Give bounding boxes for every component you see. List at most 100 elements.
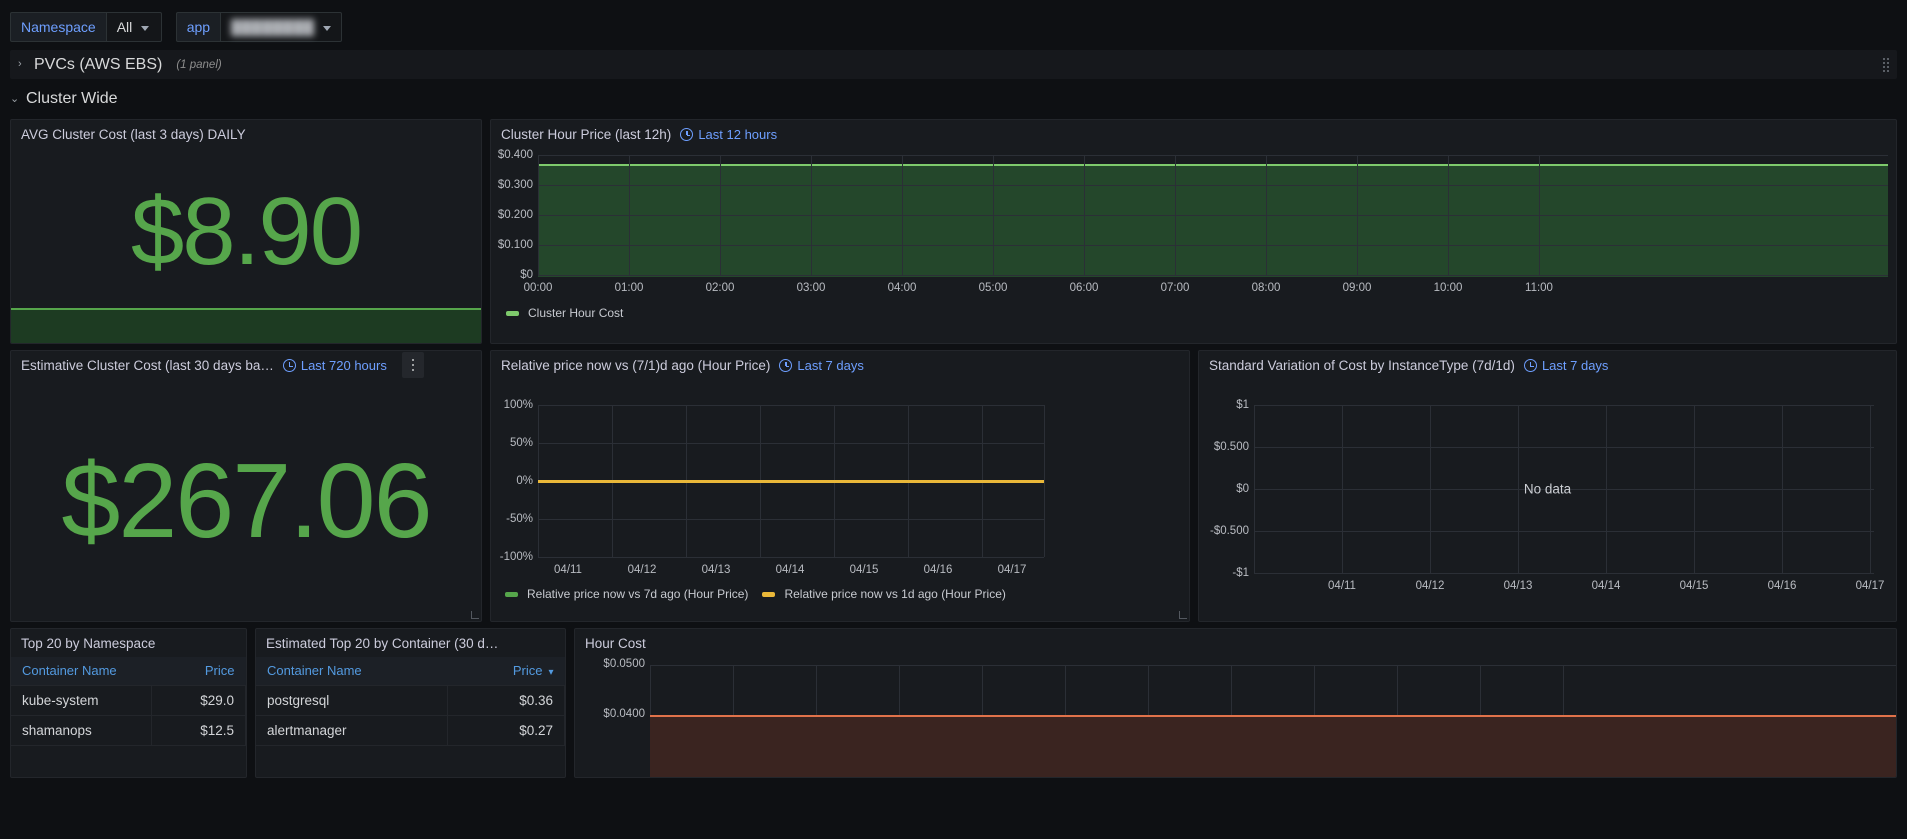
x-tick-label: 04/16 — [923, 564, 953, 576]
panel-relative-price: Relative price now vs (7/1)d ago (Hour P… — [490, 350, 1190, 622]
y-tick-label: 100% — [503, 399, 533, 411]
gridline — [538, 443, 1044, 444]
table-top20-namespace[interactable]: Container Name Price kube-system $29.0 s… — [11, 657, 246, 777]
panel-time-range-badge[interactable]: Last 12 hours — [680, 127, 777, 142]
legend-label: Relative price now vs 1d ago (Hour Price… — [784, 587, 1006, 601]
panel-time-range-badge[interactable]: Last 7 days — [1523, 358, 1608, 373]
panel-title-avg-cluster-cost: AVG Cluster Cost (last 3 days) DAILY — [21, 126, 246, 142]
gridline — [538, 155, 539, 275]
cell-price: $0.27 — [447, 715, 565, 746]
dashboard-row-cluster-wide[interactable]: ⌄ Cluster Wide — [0, 85, 1907, 113]
x-tick-label: 06:00 — [1069, 282, 1099, 294]
panel-time-range-label: Last 720 hours — [300, 357, 387, 373]
stat-body: $267.06 — [11, 379, 481, 621]
chevron-right-icon: › — [18, 58, 22, 70]
x-tick-label: 07:00 — [1160, 282, 1190, 294]
column-header-price[interactable]: Price ▾ — [447, 657, 565, 686]
variable-namespace-picker[interactable]: All — [105, 12, 162, 42]
y-tick-label: -$1 — [1232, 567, 1249, 579]
panel-estimative-cluster-cost: Estimative Cluster Cost (last 30 days ba… — [10, 350, 482, 622]
panel-header: Standard Variation of Cost by InstanceTy… — [1199, 351, 1896, 379]
legend-swatch-icon — [762, 591, 776, 597]
table-row[interactable]: postgresql $0.36 — [256, 685, 565, 716]
y-tick-label: 50% — [509, 437, 533, 449]
y-tick-label: -$0.500 — [1209, 525, 1249, 537]
legend-item[interactable]: Relative price now vs 7d ago (Hour Price… — [505, 587, 748, 601]
panel-menu-button[interactable] — [401, 352, 424, 378]
cell-price: $0.36 — [447, 685, 565, 716]
legend-item[interactable]: Cluster Hour Cost — [506, 306, 623, 320]
panel-time-range-label: Last 12 hours — [698, 126, 778, 142]
column-header-price-label: Price — [512, 663, 543, 679]
gridline — [538, 215, 1888, 216]
dashboard-row-pvcs-aws-ebs[interactable]: › PVCs (AWS EBS) (1 panel) — [10, 50, 1897, 79]
gridline — [538, 557, 1044, 558]
clock-icon — [779, 358, 793, 372]
table-row[interactable]: kube-system $29.0 — [11, 685, 246, 716]
table-row[interactable]: shamanops $12.5 — [11, 715, 246, 746]
column-header-container-name[interactable]: Container Name — [11, 657, 152, 686]
gridline — [650, 665, 1896, 666]
variable-app-label: app — [175, 12, 221, 42]
gridline — [1448, 155, 1449, 275]
x-tick-label: 04/14 — [775, 564, 805, 576]
panel-time-range-badge[interactable]: Last 7 days — [779, 358, 864, 373]
panel-avg-cluster-cost: AVG Cluster Cost (last 3 days) DAILY $8.… — [10, 119, 482, 344]
variable-app-picker[interactable]: ████████ — [220, 12, 343, 42]
cell-price: $29.0 — [151, 685, 246, 716]
table-estimated-top20-container[interactable]: Container Name Price ▾ postgresql $0.36 — [256, 657, 565, 777]
gridline — [1254, 405, 1874, 406]
x-tick-label: 04/17 — [997, 564, 1027, 576]
legend-label: Relative price now vs 7d ago (Hour Price… — [527, 587, 749, 601]
series-area-cluster-hour-cost — [538, 166, 1888, 277]
legend-item[interactable]: Relative price now vs 1d ago (Hour Price… — [762, 587, 1006, 601]
gridline — [1254, 573, 1874, 574]
row-drag-handle-icon[interactable] — [1883, 57, 1889, 72]
panel-title-cluster-hour-price: Cluster Hour Price (last 12h) — [501, 126, 672, 142]
gridline — [538, 185, 1888, 186]
y-tick-label: 0% — [516, 475, 533, 487]
gridline — [902, 155, 903, 275]
stat-value-avg-cluster-cost: $8.90 — [130, 178, 363, 285]
x-tick-label: 04/13 — [701, 564, 731, 576]
column-header-container-name[interactable]: Container Name — [256, 657, 448, 686]
x-tick-label: 08:00 — [1251, 282, 1281, 294]
gridline — [629, 155, 630, 275]
panel-header: Top 20 by Namespace — [11, 629, 246, 657]
chart-legend: Cluster Hour Cost — [506, 306, 623, 320]
y-tick-label: $0.0400 — [603, 708, 645, 720]
sort-descending-icon: ▾ — [548, 667, 554, 679]
panel-resize-handle[interactable] — [471, 611, 479, 619]
chart-cluster-hour-price: $0.400 $0.300 $0.200 $0.100 $0 00:00 01:… — [491, 148, 1896, 343]
panel-time-range-badge[interactable]: Last 720 hours — [282, 357, 387, 373]
y-tick-label: -100% — [499, 551, 533, 563]
gridline — [811, 155, 812, 275]
chart-hour-cost: $0.0500 $0.0400 — [575, 657, 1896, 777]
variable-app: app ████████ — [175, 12, 343, 42]
panel-title-relative-price: Relative price now vs (7/1)d ago (Hour P… — [501, 357, 771, 373]
panel-resize-handle[interactable] — [1179, 611, 1187, 619]
panel-grid: AVG Cluster Cost (last 3 days) DAILY $8.… — [0, 119, 1907, 778]
x-tick-label: 11:00 — [1525, 282, 1553, 294]
cell-price: $12.5 — [151, 715, 246, 746]
clock-icon — [282, 358, 296, 372]
panel-hour-cost: Hour Cost $0.0500 $0.0400 — [574, 628, 1897, 778]
chevron-down-icon — [323, 25, 332, 31]
gridline — [1084, 155, 1085, 275]
gridline — [720, 155, 721, 275]
column-header-price[interactable]: Price — [151, 657, 246, 686]
panel-title-standard-variation: Standard Variation of Cost by InstanceTy… — [1209, 357, 1515, 373]
clock-icon — [1523, 358, 1537, 372]
panel-title-top20-namespace: Top 20 by Namespace — [21, 635, 156, 651]
y-tick-label: $0 — [520, 269, 533, 281]
variable-app-value: ████████ — [231, 19, 315, 35]
table-row[interactable]: alertmanager $0.27 — [256, 715, 565, 746]
gridline — [1254, 531, 1874, 532]
x-tick-label: 04/16 — [1767, 580, 1797, 592]
x-tick-label: 10:00 — [1433, 282, 1463, 294]
panel-row-1: AVG Cluster Cost (last 3 days) DAILY $8.… — [10, 119, 1897, 344]
x-tick-label: 04/11 — [554, 564, 582, 576]
gridline — [1254, 447, 1874, 448]
gridline — [993, 155, 994, 275]
table-header-row: Container Name Price ▾ — [256, 657, 565, 686]
